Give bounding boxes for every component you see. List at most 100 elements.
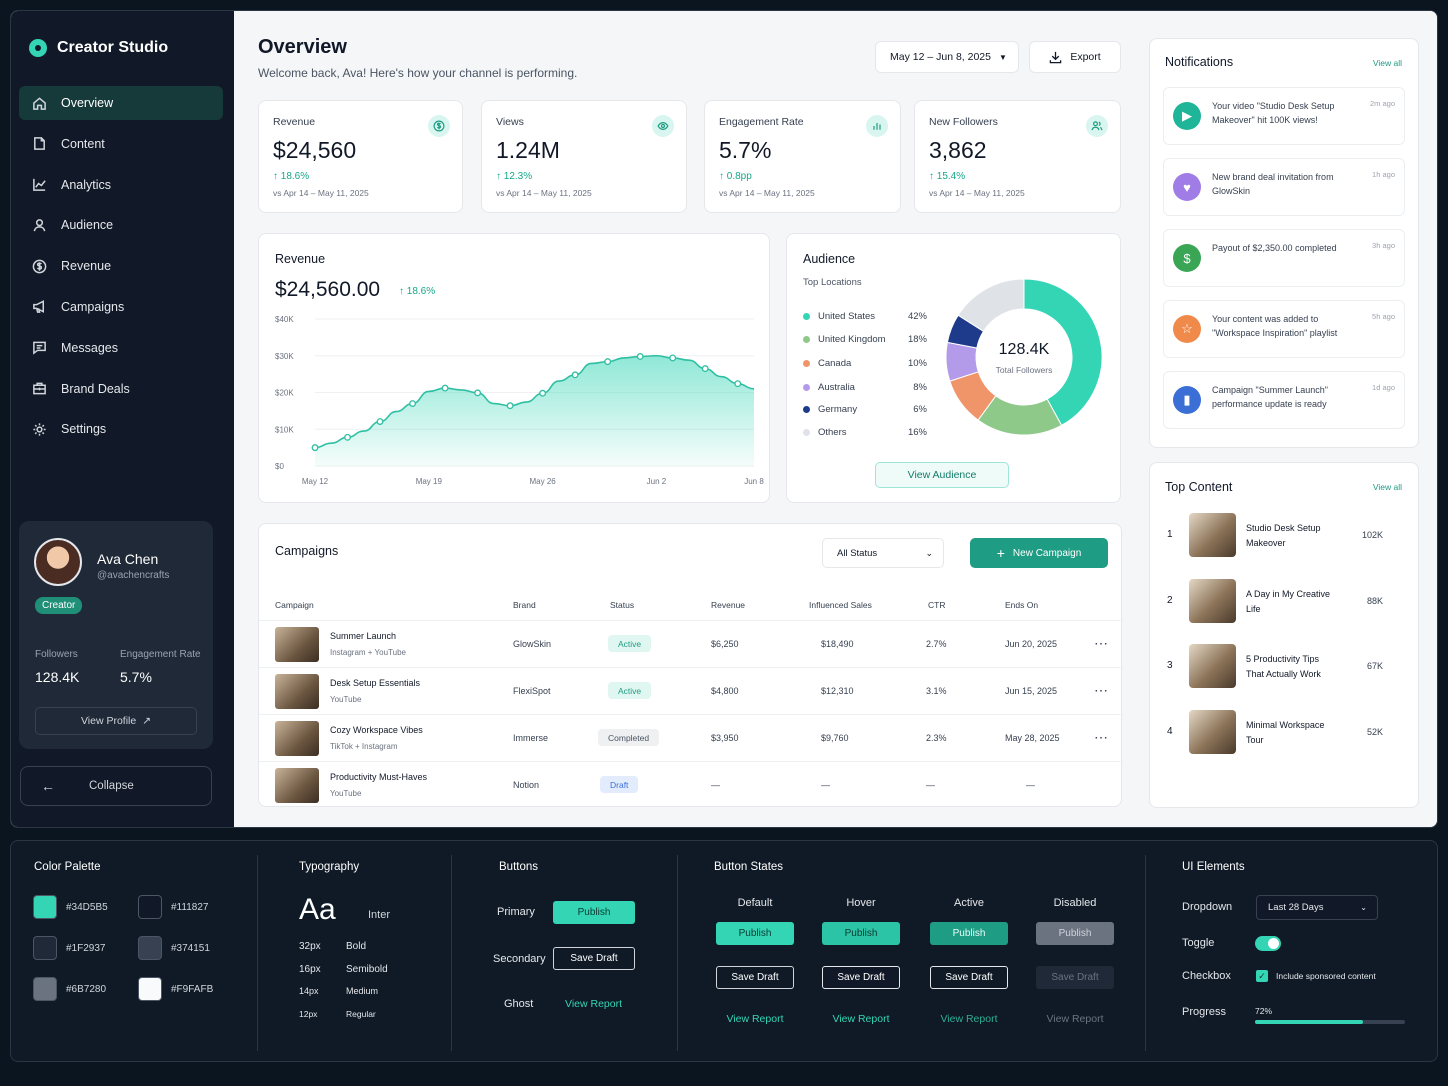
column-header[interactable]: Influenced Sales [809,600,872,610]
top-content-item[interactable]: 1 Studio Desk Setup Makeover 102K [1163,509,1405,565]
progress-text: 72% [1255,1006,1273,1016]
status-filter-dropdown[interactable]: All Status ⌄ [822,538,944,568]
publish-button-disabled[interactable]: Publish [1036,922,1114,945]
column-header[interactable]: Brand [513,600,536,610]
range-dropdown[interactable]: Last 28 Days ⌄ [1256,895,1378,920]
publish-button-hover[interactable]: Publish [822,922,900,945]
column-header[interactable]: Status [610,600,634,610]
campaign-end-date: — [1026,780,1035,790]
sidebar-item-overview[interactable]: Overview [19,86,223,120]
creator-badge: Creator [35,597,83,614]
save-draft-button-default[interactable]: Save Draft [716,966,794,989]
content-thumbnail [1189,709,1236,754]
ghost-view-report-button[interactable]: View Report [565,998,622,1010]
publish-button-active[interactable]: Publish [930,922,1008,945]
top-content-item[interactable]: 3 5 Productivity Tips That Actually Work 6… [1163,640,1405,696]
more-options-icon[interactable]: ⋯ [1094,635,1109,652]
collapse-button[interactable]: ← Collapse [20,766,212,806]
revenue-area-chart[interactable]: $0 $10K $20K $30K $40K May 12 May 19 May 26 Jun … [259,234,771,504]
kpi-compare: vs Apr 14 – May 11, 2025 [496,188,592,198]
campaigns-card: Campaigns All Status ⌄ + New Campaign Ca… [258,523,1123,809]
notification-item[interactable]: ☆ Your content was added to "Workspace In… [1163,300,1405,358]
sidebar-item-brand-deals[interactable]: Brand Deals [19,372,223,406]
revenue-point[interactable] [376,418,384,425]
sidebar-item-campaigns[interactable]: Campaigns [19,290,223,324]
more-options-icon[interactable]: ⋯ [1094,682,1109,699]
revenue-point[interactable] [539,389,547,397]
color-swatch[interactable] [33,895,57,919]
save-draft-button-disabled[interactable]: Save Draft [1036,966,1114,989]
column-header[interactable]: Revenue [711,600,745,610]
sidebar-item-settings[interactable]: Settings [19,412,223,446]
campaign-thumbnail [275,674,319,709]
secondary-save-draft-button[interactable]: Save Draft [553,947,635,970]
sidebar-item-messages[interactable]: Messages [19,331,223,365]
revenue-point[interactable] [441,384,449,392]
top-content-view-all[interactable]: View all [1373,482,1402,492]
avatar[interactable] [34,538,82,586]
sidebar-item-analytics[interactable]: Analytics [19,168,223,202]
column-header[interactable]: Ends On [1005,600,1038,610]
kpi-card-new-followers[interactable]: New Followers 3,862 ↑ 15.4% vs Apr 14 – May… [914,100,1121,213]
publish-button-default[interactable]: Publish [716,922,794,945]
color-swatch[interactable] [138,895,162,919]
kpi-card-views[interactable]: Views 1.24M ↑ 12.3% vs Apr 14 – May 11, 202… [481,100,687,213]
revenue-point[interactable] [701,365,709,373]
table-row[interactable]: Desk Setup Essentials YouTube FlexiSpot Act… [259,667,1123,715]
new-campaign-button[interactable]: + New Campaign [970,538,1108,568]
sidebar-item-revenue[interactable]: Revenue [19,249,223,283]
kpi-card-revenue[interactable]: Revenue $24,560 ↑ 18.6% vs Apr 14 – May 11,… [258,100,463,213]
color-swatch[interactable] [138,977,162,1001]
notification-item[interactable]: ▶ Your video "Studio Desk Setup Makeover"… [1163,87,1405,145]
revenue-point[interactable] [734,380,742,388]
color-swatch[interactable] [33,936,57,960]
gear-icon-path [32,423,46,436]
color-swatch[interactable] [138,936,162,960]
column-header[interactable]: Campaign [275,600,314,610]
checkbox-label: Checkbox [1182,970,1231,982]
column-header[interactable]: CTR [928,600,945,610]
revenue-point[interactable] [506,402,514,410]
notification-item[interactable]: ♥ New brand deal invitation from GlowSkin… [1163,158,1405,216]
message-icon-glyph [32,341,46,355]
revenue-point[interactable] [474,389,482,397]
more-options-icon[interactable]: ⋯ [1094,729,1109,746]
revenue-point[interactable] [344,433,351,441]
date-range-picker[interactable]: May 12 – Jun 8, 2025 ▼ [875,41,1019,73]
legend-dot [803,336,810,343]
primary-publish-button[interactable]: Publish [553,901,635,924]
revenue-point[interactable] [571,371,579,379]
sponsored-checkbox[interactable]: ✓ [1256,970,1268,982]
kpi-card-engagement-rate[interactable]: Engagement Rate 5.7% ↑ 0.8pp vs Apr 14 – Ma… [704,100,901,213]
view-report-button-hover[interactable]: View Report [822,1013,900,1025]
revenue-point[interactable] [636,353,644,360]
sidebar-item-audience[interactable]: Audience [19,208,223,242]
save-draft-button-hover[interactable]: Save Draft [822,966,900,989]
revenue-point[interactable] [604,358,612,366]
export-label: Export [1070,51,1101,63]
export-button[interactable]: Export [1029,41,1121,73]
user-icon-glyph [33,219,45,232]
view-profile-button[interactable]: View Profile ↗ [35,707,197,735]
revenue-point[interactable] [311,444,319,452]
notifications-view-all[interactable]: View all [1373,58,1402,68]
app-logo[interactable]: Creator Studio [29,39,168,57]
view-report-button-active[interactable]: View Report [930,1013,1008,1025]
table-row[interactable]: Summer Launch Instagram + YouTube GlowSkin… [259,620,1123,668]
view-report-button-default[interactable]: View Report [716,1013,794,1025]
toggle-switch[interactable] [1255,936,1281,951]
notification-item[interactable]: ▮ Campaign "Summer Launch" performance up… [1163,371,1405,429]
table-row[interactable]: Productivity Must-Haves YouTube Notion Draf… [259,761,1123,809]
save-draft-button-active[interactable]: Save Draft [930,966,1008,989]
view-audience-button[interactable]: View Audience [875,462,1009,488]
sidebar-item-content[interactable]: Content [19,127,223,161]
revenue-point[interactable] [669,354,677,362]
top-content-item[interactable]: 2 A Day in My Creative Life 88K [1163,575,1405,631]
top-content-item[interactable]: 4 Minimal Workspace Tour 52K [1163,706,1405,762]
notification-item[interactable]: $ Payout of $2,350.00 completed 3h ago [1163,229,1405,287]
download-icon [1050,51,1062,63]
table-row[interactable]: Cozy Workspace Vibes TikTok + Instagram Im… [259,714,1123,762]
view-report-button-disabled[interactable]: View Report [1036,1013,1114,1025]
color-swatch[interactable] [33,977,57,1001]
revenue-point[interactable] [409,400,417,407]
